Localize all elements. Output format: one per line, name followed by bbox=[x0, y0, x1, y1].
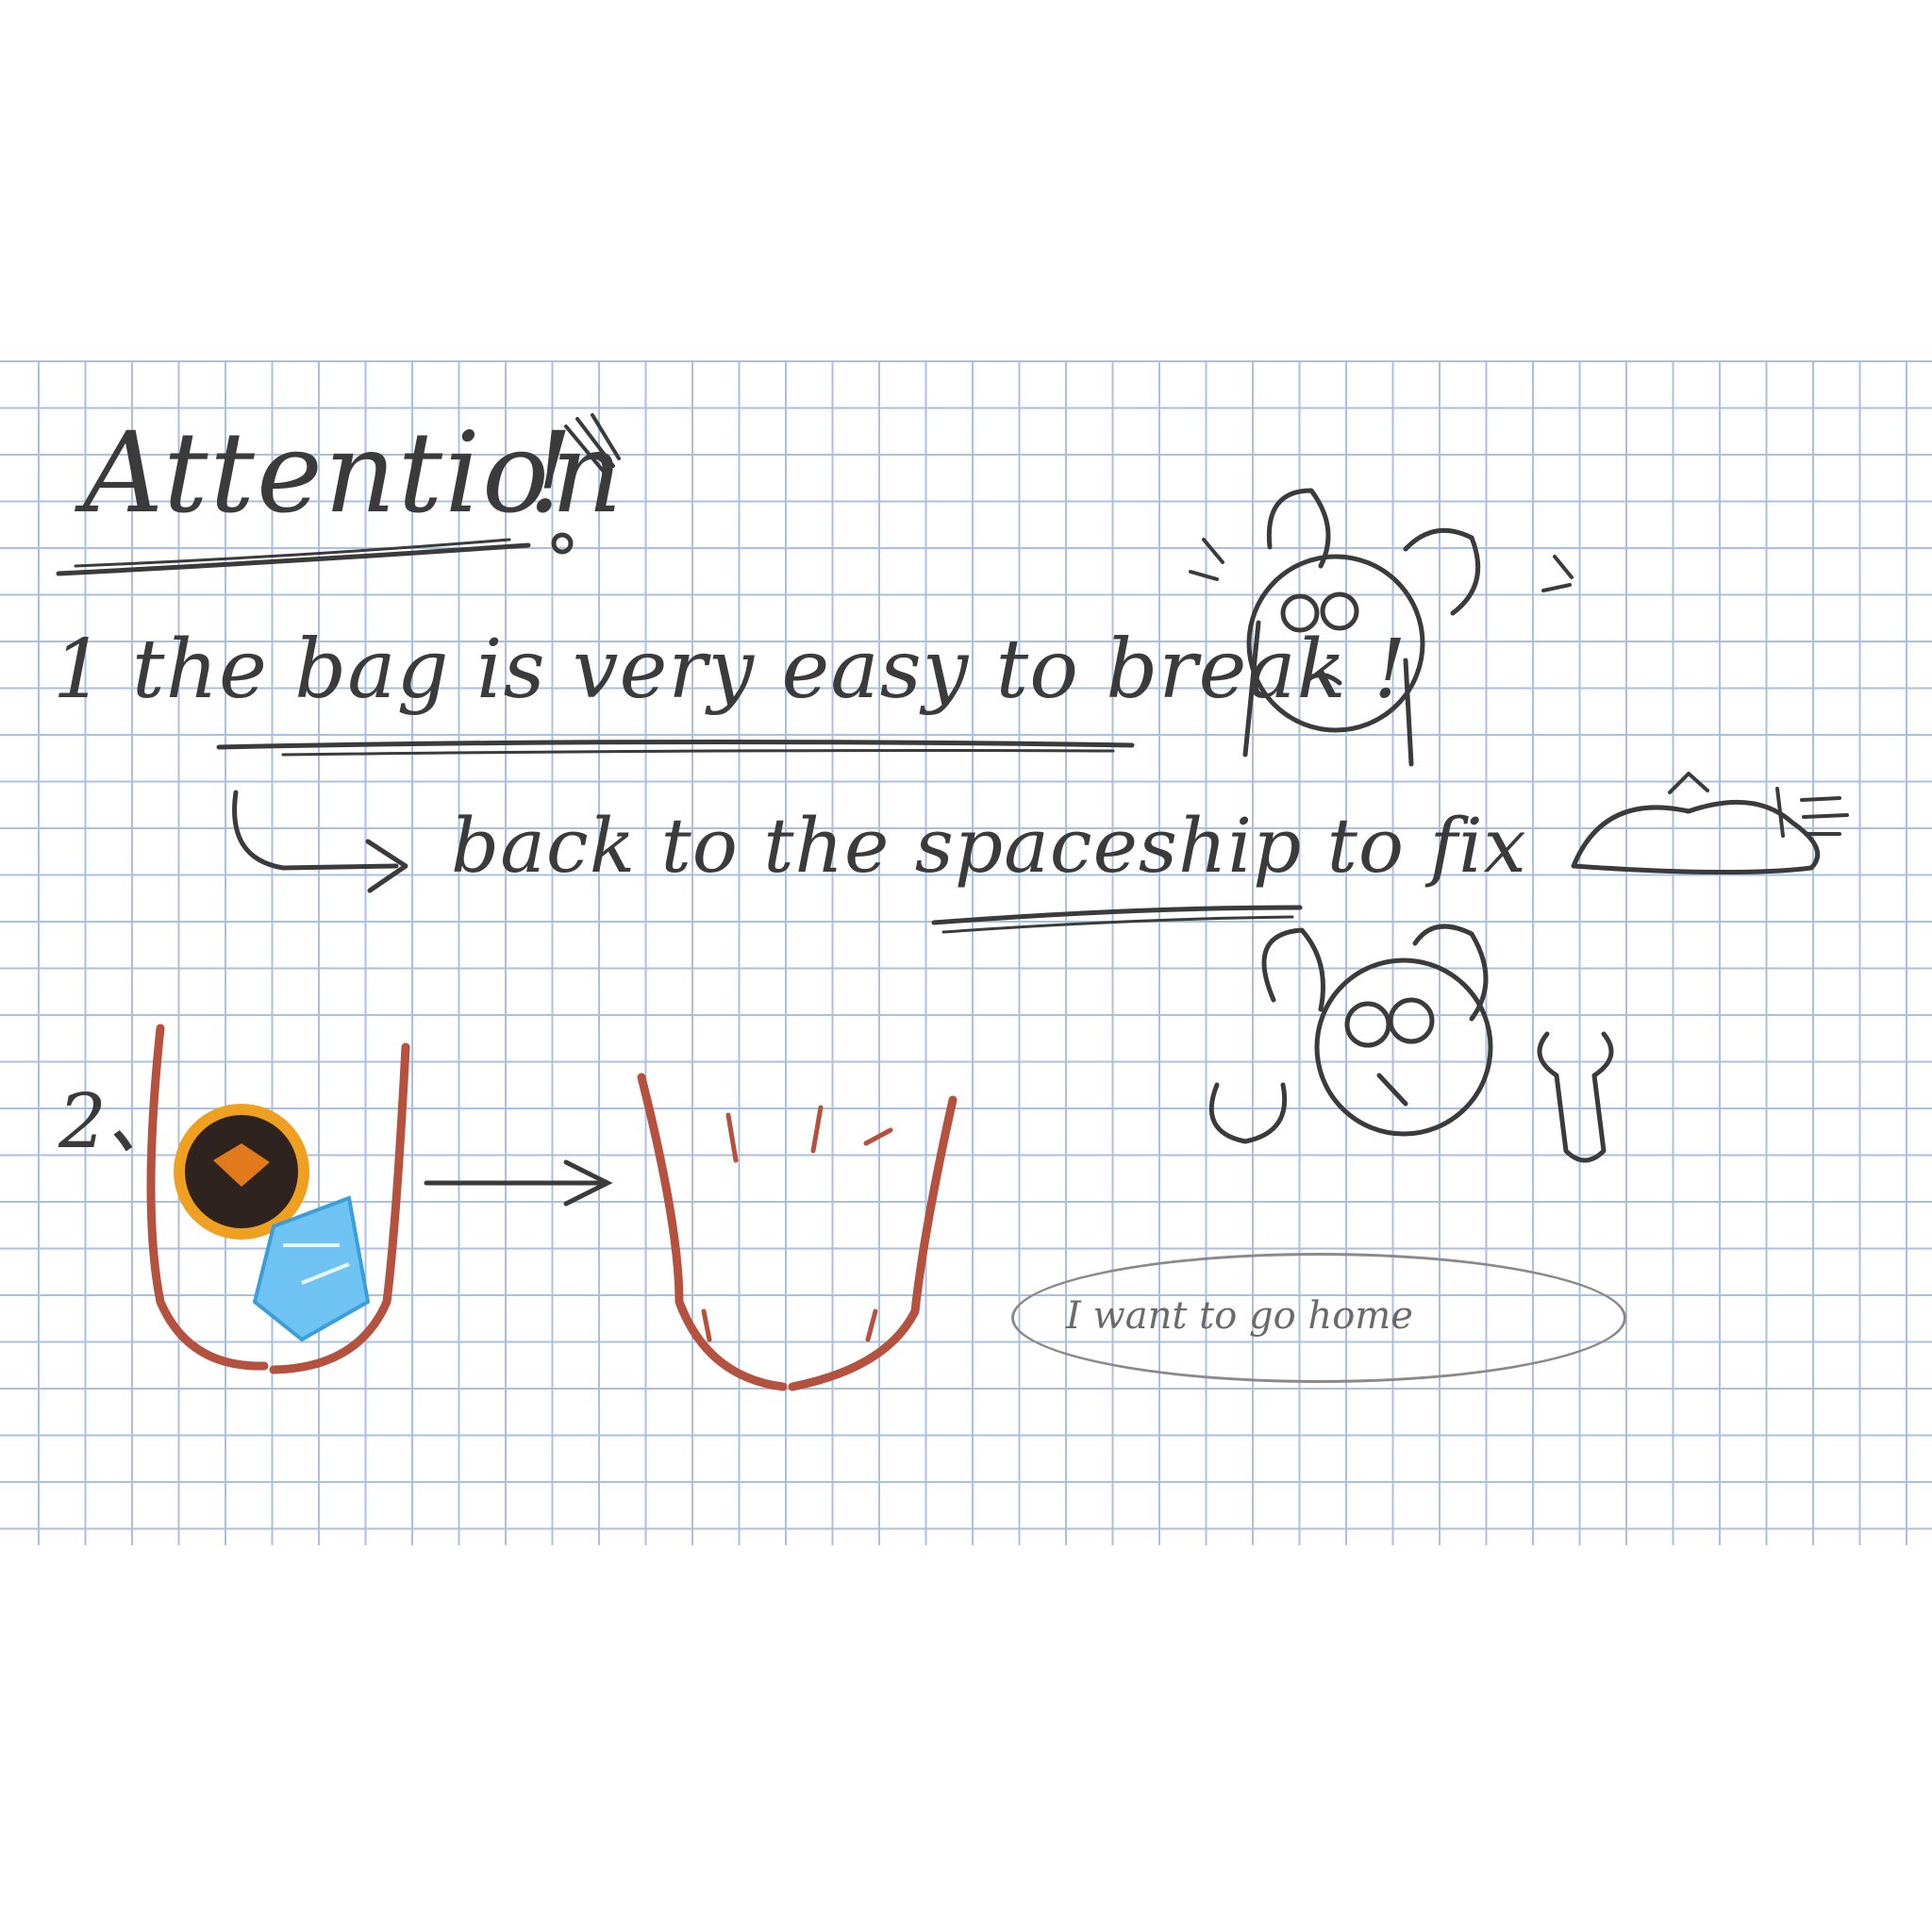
hook-arrow-icon bbox=[232, 790, 408, 893]
title-underline bbox=[56, 542, 531, 576]
angry-character-icon bbox=[1189, 488, 1574, 767]
sketch-layer bbox=[56, 413, 1849, 1391]
mechanic-character-icon bbox=[1208, 924, 1614, 1163]
exclamation-dot bbox=[551, 532, 574, 555]
item-1-underline bbox=[216, 739, 1135, 750]
spaceship-underline bbox=[931, 905, 1303, 925]
wrench-icon bbox=[1537, 1031, 1614, 1163]
note-canvas: Attention ! 1 the bag is very easy to br… bbox=[0, 0, 1932, 1932]
bag-broken-icon bbox=[637, 1073, 958, 1391]
item-1-underline-2 bbox=[281, 749, 1115, 757]
exclamation-rays bbox=[564, 413, 621, 474]
transition-arrow-icon bbox=[424, 1159, 613, 1207]
